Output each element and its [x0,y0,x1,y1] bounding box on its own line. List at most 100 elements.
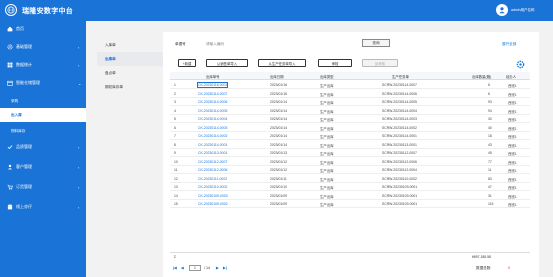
row-code[interactable]: CK-20230109-0002 [198,202,228,206]
query-label: 单据号 [175,42,186,46]
table-row[interactable]: 9 CK-20230113-0001 2023/01/13 生产出库 SCRW-2023… [170,149,530,157]
table-row[interactable]: 1 CK-20230116-0001 2023/01/16 生产出库 SCRW-2023… [170,81,530,89]
row-code[interactable]: CK-20230114-0007 [198,92,227,96]
subnav-outbound[interactable]: 出库单 [97,52,163,66]
subnav-opening-stock[interactable]: 期初库存单 [97,80,163,94]
row-number: 10 [174,159,178,164]
sidebar-sub-inout[interactable]: 出入库 [0,108,86,122]
box-icon [7,80,13,86]
table-row[interactable]: 5 CK-20230114-0004 2023/01/14 生产出库 SCRW-2023… [170,115,530,123]
sidebar-item-online[interactable]: 线上亦仔 › [0,199,86,215]
sidebar-sub-stock[interactable]: 物料库存 [0,124,86,138]
table-row[interactable]: 7 CK-20230114-0002 2023/01/14 生产出库 SCRW-2023… [170,132,530,140]
audit-button[interactable]: 审核 [318,59,352,67]
table-row[interactable]: 2 CK-20230114-0007 2023/01/16 生产出库 SCRW-2023… [170,90,530,98]
grid-header: 出库单号 出库日期 出库类型 生产任务单 出库数量(箱) 经办人 [170,72,530,80]
last-page-icon[interactable]: ▶| [223,266,227,270]
row-code[interactable]: CK-20230113-0001 [198,151,227,155]
grid-icon [7,62,13,68]
sidebar-item-warehouse[interactable]: 智能仓储管理 ⌄ [0,75,86,91]
table-row[interactable]: 15 CK-20230109-0002 2023/01/09 生产出库 SCRW-202… [170,200,530,208]
row-code[interactable]: CK-20230109-0003 [198,194,228,198]
user-name[interactable]: admin用户名称 [511,8,535,13]
row-code[interactable]: CK-20230111-0002 [198,177,227,181]
row-code[interactable]: CK-20230110-0002 [198,185,227,189]
settings-gear-icon[interactable] [516,60,525,69]
row-code[interactable]: CK-20230114-0005 [198,109,227,113]
sidebar-item-customer[interactable]: 客户管理 › [0,159,86,175]
row-code[interactable]: CK-20230114-0004 [198,117,227,121]
next-page-icon[interactable]: ▶ [216,266,219,270]
row-qty: 6 [488,83,490,87]
first-page-icon[interactable]: |◀ [173,266,177,270]
sidebar-sub-purchase[interactable]: 采购 [0,94,86,108]
row-type: 生产出库 [320,194,334,199]
sidebar-item-home[interactable]: 首页 [0,21,86,37]
row-qty: 6 [488,91,490,96]
col-header-code[interactable]: 出库单号 [206,74,220,79]
page-input[interactable]: 1 [189,265,201,271]
row-task: SCRW-20230114-0001 [382,134,417,138]
row-task: SCRW-20230112-0004 [382,168,417,172]
app-logo [5,4,17,16]
row-person: 西班1 [508,152,517,156]
row-date: 2023/01/13 [270,151,287,155]
sidebar-item-order[interactable]: 订货管理 › [0,179,86,195]
col-header-person[interactable]: 经办人 [506,74,516,79]
col-header-date[interactable]: 出库日期 [270,74,284,79]
row-code[interactable]: CK-20230114-0003 [198,126,227,130]
table-row[interactable]: 14 CK-20230109-0003 2023/01/09 生产出库 SCRW-202… [170,192,530,200]
subnav-inbound[interactable]: 入库单 [97,38,163,52]
subnav-inventory-count[interactable]: 盘点单 [97,66,163,80]
table-row[interactable]: 13 CK-20230110-0002 2023/01/10 生产出库 SCRW-202… [170,183,530,191]
gear-icon [7,44,13,50]
row-task: SCRW-20230110-0002 [382,176,417,181]
query-button[interactable]: 查询 [362,39,390,47]
row-number: 4 [174,108,176,113]
sidebar-item-basic[interactable]: 基础管理 › [0,39,86,55]
row-qty: 93 [488,100,492,104]
unaudit-button[interactable]: 反审核 [362,59,398,67]
avatar[interactable] [496,4,508,16]
row-person: 西班1 [508,84,517,88]
row-number: 5 [174,117,176,121]
row-qty: 11 [488,168,492,172]
expand-all-link[interactable]: 展开全部 [502,42,516,47]
table-row[interactable]: 8 CK-20230114-0001 2023/01/14 生产出库 SCRW-2023… [170,141,530,149]
add-button[interactable]: +新建 [178,59,196,67]
row-code[interactable]: CK-20230112-0006 [198,168,227,172]
import-sales-button[interactable]: 从销售单导入 [206,59,248,67]
row-task: SCRW-20230113-0001 [382,142,417,147]
row-code[interactable]: CK-20230116-0001 [196,82,229,88]
import-task-button[interactable]: 从生产任务单导入 [258,59,306,67]
row-code[interactable]: CK-20230112-0007 [198,160,227,164]
table-row[interactable]: 12 CK-20230111-0002 2023/01/11 生产出库 SCRW-202… [170,175,530,183]
query-input[interactable]: 请输入编码 [206,42,224,47]
prev-page-icon[interactable]: ◀ [181,266,184,270]
row-task: SCRW-20230109-0001 [382,193,418,198]
col-header-task[interactable]: 生产任务单 [392,74,409,79]
table-row[interactable]: 10 CK-20230112-0007 2023/01/12 生产出库 SCRW-202… [170,158,530,166]
table-row[interactable]: 4 CK-20230114-0005 2023/01/14 生产出库 SCRW-2023… [170,107,530,115]
sidebar-item-stats[interactable]: 数据统计 › [0,57,86,73]
col-header-qty[interactable]: 出库数量(箱) [472,74,491,79]
row-type: 生产出库 [320,152,334,156]
row-type: 生产出库 [320,92,334,97]
row-task: SCRW-20230114-0005 [382,100,417,104]
row-code[interactable]: CK-20230114-0002 [198,134,227,138]
row-code[interactable]: CK-20230114-0001 [198,143,227,147]
row-number: 2 [174,91,176,96]
user-icon [7,164,13,170]
table-row[interactable]: 3 CK-20230114-0006 2023/01/14 生产出库 SCRW-2023… [170,98,530,106]
row-qty: 45 [488,151,492,155]
row-code[interactable]: CK-20230114-0006 [198,100,227,104]
user-avatar-icon [499,7,505,14]
col-header-type[interactable]: 出库类型 [320,74,334,79]
table-row[interactable]: 11 CK-20230112-0006 2023/01/12 生产出库 SCRW-202… [170,166,530,174]
row-person: 西班1 [508,194,517,199]
table-row[interactable]: 6 CK-20230114-0003 2023/01/14 生产出库 SCRW-2023… [170,124,530,132]
row-type: 生产出库 [320,118,334,122]
row-qty: 115 [488,202,494,206]
sidebar-item-quality[interactable]: 品质管理 › [0,139,86,155]
row-qty: 18 [488,134,492,138]
